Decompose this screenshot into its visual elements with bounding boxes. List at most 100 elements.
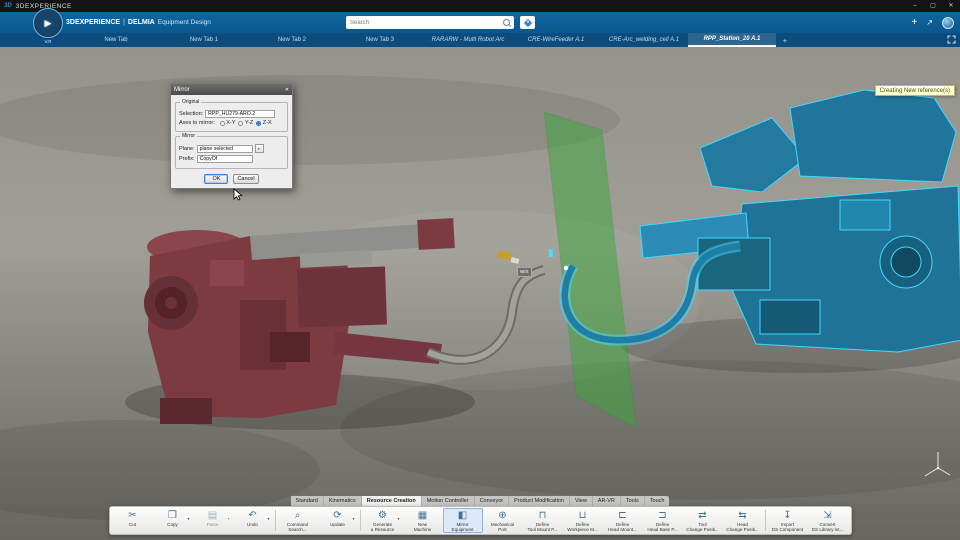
toolbar-button[interactable]: ⌕ ▾ Command Search... xyxy=(278,508,318,533)
toolbar-button[interactable]: ↧ ▾ Import DS Component xyxy=(768,508,808,533)
ribbon-tab[interactable]: Tools xyxy=(620,495,645,506)
share-icon[interactable]: ↗ xyxy=(926,18,933,27)
tool-icon: ⚙ xyxy=(378,509,387,521)
radio-icon[interactable] xyxy=(219,120,225,126)
ribbon-tab[interactable]: Conveyor xyxy=(474,495,510,506)
compass-play-icon[interactable]: ▶ xyxy=(45,18,52,28)
dropdown-caret-icon[interactable]: ▾ xyxy=(267,516,269,521)
toolbar-button[interactable]: ▾ xyxy=(764,509,766,531)
toolbar-button[interactable]: ⇄ ▾ Tool Change Positi... xyxy=(683,508,723,533)
tool-label: Mirror Equipment xyxy=(451,521,474,532)
prefix-field[interactable]: CopyOf xyxy=(196,155,253,163)
ribbon-tab[interactable]: Standard xyxy=(290,495,324,506)
ribbon-tab[interactable]: Touch xyxy=(644,495,670,506)
toolbar-button[interactable]: ↶ ▾ Undo xyxy=(233,508,273,533)
ribbon-tab-label: View xyxy=(574,497,587,504)
tag-icon xyxy=(523,18,532,27)
toolbar-button[interactable]: ⊕ ▾ Mechanical Port xyxy=(483,508,523,533)
toolbar-button[interactable]: ▾ xyxy=(359,509,361,531)
close-button[interactable]: ✕ xyxy=(942,0,960,12)
ribbon-tab-label: Standard xyxy=(295,497,318,504)
maximize-button[interactable]: ▢ xyxy=(924,0,942,12)
add-content-icon[interactable]: + xyxy=(911,16,917,29)
ok-button[interactable]: OK xyxy=(204,174,229,184)
dialog-body: Original Selection: RPP_HU279-ARO.2 Axes… xyxy=(171,95,292,188)
axis-radio-label: Y-Z xyxy=(244,120,254,126)
toolbar-button[interactable]: ⇆ ▾ Head Change Positi... xyxy=(723,508,763,533)
tool-label: Tool Change Positi... xyxy=(686,521,719,532)
axes-radio-group: X-Y Y-Z Z-X xyxy=(217,120,272,126)
axis-radio[interactable]: X-Y xyxy=(219,120,235,126)
search-input[interactable] xyxy=(350,19,503,26)
radio-icon[interactable] xyxy=(238,120,244,126)
document-tab[interactable]: RARARW - Multi Robot Arc xyxy=(424,33,512,47)
document-tab[interactable]: CRE-Arc_welding_cell A.1 xyxy=(600,33,688,47)
app-name: DELMIA xyxy=(127,19,155,26)
document-tab[interactable]: New Tab xyxy=(72,33,160,47)
toolbar-button[interactable]: ⊐ ▾ Define Head Base P... xyxy=(643,508,683,533)
toolbar-button[interactable]: ▦ ▾ New Machine xyxy=(403,508,443,533)
ribbon-tab[interactable]: AR-VR xyxy=(592,495,621,506)
mouse-cursor xyxy=(233,188,243,201)
tool-icon: ⊕ xyxy=(498,509,507,521)
document-tab-label: CRE-Arc_welding_cell A.1 xyxy=(608,37,680,43)
selection-field[interactable]: RPP_HU279-ARO.2 xyxy=(205,110,276,118)
toolbar-button[interactable]: ◧ ▾ Mirror Equipment xyxy=(442,507,483,533)
search-icon[interactable] xyxy=(503,19,510,26)
ribbon-tab[interactable]: Product Modification xyxy=(509,495,570,506)
ribbon-tab[interactable]: View xyxy=(569,495,593,506)
toolbar-button[interactable]: ✂ ▾ Cut xyxy=(113,508,153,533)
toolbar-button[interactable]: ⊔ ▾ Define Workpiece M... xyxy=(563,508,603,533)
toolbar-button[interactable]: ▤ ▾ Paste xyxy=(193,508,233,533)
viewport-3d[interactable]: W/X Creating New reference(s) xyxy=(0,47,960,540)
status-tooltip: Creating New reference(s) xyxy=(874,85,955,96)
tool-label: Update xyxy=(330,521,345,527)
tool-label: Copy xyxy=(167,521,178,527)
ribbon-tab[interactable]: Motion Controller xyxy=(421,495,475,506)
tag-button[interactable] xyxy=(520,16,535,29)
cancel-button[interactable]: Cancel xyxy=(233,174,259,184)
dialog-titlebar[interactable]: Mirror ✕ xyxy=(171,84,292,95)
document-tab-label: New Tab 2 xyxy=(277,37,307,43)
plane-picker-button[interactable]: ▸ xyxy=(254,144,264,153)
document-tabbar: New Tab New Tab 1 New Tab 2 New Tab 3 RA… xyxy=(0,33,960,47)
document-tab[interactable]: New Tab 1 xyxy=(160,33,248,47)
dropdown-caret-icon[interactable]: ▾ xyxy=(227,516,229,521)
compass-widget[interactable]: ▶ V.R xyxy=(33,8,63,44)
compass-ring[interactable]: ▶ xyxy=(33,8,63,38)
document-tab-label: New Tab 3 xyxy=(365,37,395,43)
search-box[interactable] xyxy=(346,16,514,29)
radio-icon[interactable] xyxy=(256,120,262,126)
tool-icon: ⊔ xyxy=(578,509,587,521)
plane-field[interactable]: plane selected xyxy=(196,144,253,153)
toolbar-button[interactable]: ▾ xyxy=(274,509,276,531)
dropdown-caret-icon[interactable]: ▾ xyxy=(397,516,399,521)
axis-radio[interactable]: Y-Z xyxy=(238,120,253,126)
toolbar-button[interactable]: ❐ ▾ Copy xyxy=(153,508,193,533)
header-actions: + ↗ xyxy=(911,16,954,29)
dropdown-caret-icon[interactable]: ▾ xyxy=(187,516,189,521)
expand-viewport-icon[interactable] xyxy=(947,35,956,44)
toolbar-button[interactable]: ⟳ ▾ Update xyxy=(318,508,358,533)
document-tab[interactable]: New Tab 2 xyxy=(248,33,336,47)
dialog-close-icon[interactable]: ✕ xyxy=(285,87,289,93)
document-tab[interactable]: CRE-WireFeeder A.1 xyxy=(512,33,600,47)
scene-canvas xyxy=(0,47,960,540)
ribbon-tab[interactable]: Resource Creation xyxy=(361,495,422,506)
document-tab[interactable]: RPP_Station_20 A.1 xyxy=(688,33,776,47)
user-avatar[interactable] xyxy=(942,16,954,29)
ribbon-tab[interactable]: Kinematics xyxy=(323,495,362,506)
tool-icon: ↧ xyxy=(783,509,792,521)
dropdown-caret-icon[interactable]: ▾ xyxy=(352,516,354,521)
frame-label[interactable]: W/X xyxy=(517,267,532,277)
axis-radio[interactable]: Z-X xyxy=(256,120,272,126)
snap-point xyxy=(563,265,569,271)
document-tab[interactable]: + xyxy=(776,33,794,47)
tool-label: Define Head Base P... xyxy=(647,521,678,532)
toolbar-button[interactable]: ⊏ ▾ Define Head Mount... xyxy=(603,508,643,533)
toolbar-button[interactable]: ⇲ ▾ Convert DS Library int... xyxy=(808,508,848,533)
toolbar-button[interactable]: ⊓ ▾ Define Tool Mount P... xyxy=(523,508,563,533)
minimize-button[interactable]: – xyxy=(906,0,924,12)
document-tab[interactable]: New Tab 3 xyxy=(336,33,424,47)
toolbar-button[interactable]: ⚙ ▾ Generate a Resource xyxy=(363,508,403,533)
